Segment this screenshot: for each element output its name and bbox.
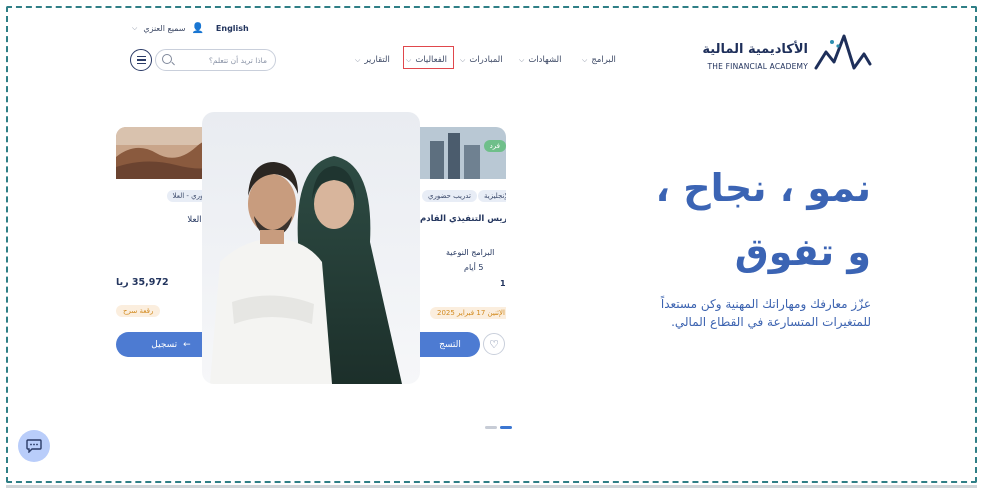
delivery-chip: تدريب حضوري: [422, 190, 477, 202]
logo-english-text: THE FINANCIAL ACADEMY: [707, 62, 808, 71]
hero-title-line2: و تفوق: [734, 230, 871, 274]
course-image-buildings: [420, 127, 506, 179]
register-label: التسج: [439, 339, 461, 350]
course-title: ريس التنفيذي القادم: [420, 214, 506, 224]
nav-label: الشهادات: [528, 55, 562, 65]
nav-item-certificates[interactable]: ⌵ الشهادات: [519, 55, 562, 65]
register-button[interactable]: التسج: [420, 332, 480, 357]
logo-arabic-text: الأكاديمية المالية: [702, 42, 808, 57]
search-icon: [162, 54, 172, 64]
user-name[interactable]: سميع العنزي: [143, 24, 185, 33]
course-type: البرامج النوعية: [446, 248, 495, 257]
nav-label: المبادرات: [469, 55, 503, 65]
chevron-down-icon: ⌵: [460, 55, 466, 64]
course-date-pill: الإثنين 17 فبراير 2025: [430, 307, 506, 319]
user-bar: ⌵ سميع العنزي 👤 English: [132, 23, 249, 34]
language-chip: الإنجليزية: [478, 190, 506, 202]
carousel-indicator: [485, 426, 512, 429]
register-label: تسجيل: [151, 339, 178, 350]
search-input[interactable]: ماذا تريد أن تتعلم؟: [155, 49, 276, 71]
user-chevron-icon[interactable]: ⌵: [132, 24, 137, 33]
search-placeholder: ماذا تريد أن تتعلم؟: [208, 55, 267, 65]
course-number: 1: [500, 279, 506, 288]
chevron-down-icon: ⌵: [355, 55, 361, 64]
nav-item-programs[interactable]: ⌵ البرامج: [582, 55, 616, 65]
hamburger-menu-button[interactable]: [130, 49, 152, 71]
heart-icon[interactable]: ♡: [483, 333, 505, 355]
course-card-right[interactable]: فرد الإنجليزية تدريب حضوري ريس التنفيذي …: [420, 127, 506, 359]
hero-people-image: [202, 112, 420, 384]
hero-subtitle: عزّز معارفك ومهاراتك المهنية وكن مستعداً…: [660, 297, 871, 329]
arrow-left-icon: ←: [183, 339, 191, 350]
nav-label: البرامج: [591, 55, 616, 65]
logo-mark-icon: [814, 34, 872, 70]
nav-highlight-box: [403, 46, 454, 69]
chevron-down-icon: ⌵: [519, 55, 525, 64]
course-duration: 5 أيام: [464, 263, 484, 272]
chevron-down-icon: ⌵: [582, 55, 588, 64]
people-illustration-icon: [202, 112, 420, 384]
language-switch[interactable]: English: [216, 24, 249, 33]
carousel-dot-active[interactable]: [500, 426, 512, 429]
nav-item-reports[interactable]: ⌵ التقارير: [355, 55, 390, 65]
course-status-pill: رقعة سرح: [116, 305, 161, 317]
academy-logo[interactable]: الأكاديمية المالية THE FINANCIAL ACADEMY: [702, 28, 872, 74]
chat-button[interactable]: [18, 430, 50, 462]
chat-bubble-icon: [26, 439, 42, 453]
page-frame-shadow: [6, 485, 977, 488]
nav-label: التقارير: [364, 55, 390, 65]
carousel-dot[interactable]: [485, 426, 497, 429]
audience-badge: فرد: [483, 140, 506, 152]
nav-item-initiatives[interactable]: ⌵ المبادرات: [460, 55, 503, 65]
hero-title-line1: نمو ، نجاح ،: [655, 166, 871, 210]
user-icon[interactable]: 👤: [191, 23, 203, 34]
course-price: 35,972 ريا: [116, 277, 169, 288]
